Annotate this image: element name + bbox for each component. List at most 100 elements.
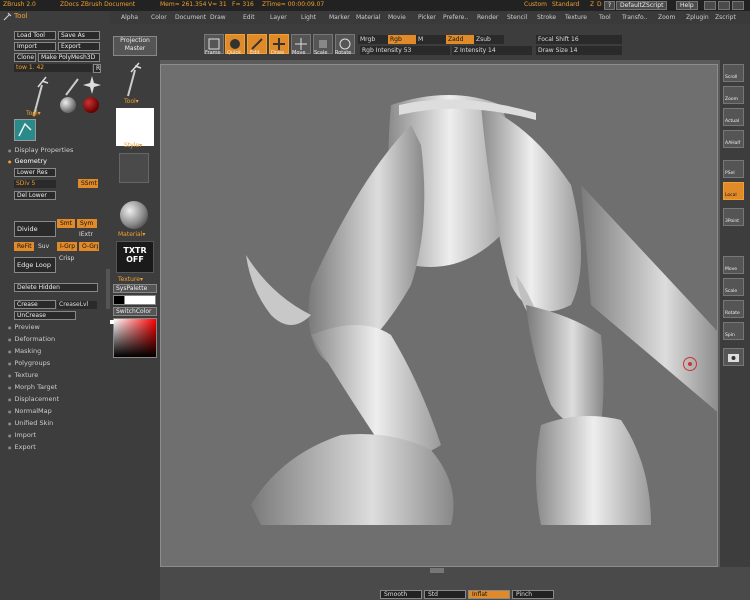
star-tool-icon[interactable]: [82, 75, 102, 95]
tool-slot-slider[interactable]: tow 1. 42: [14, 64, 92, 72]
menu-picker[interactable]: Picker: [418, 14, 436, 21]
sym-button[interactable]: Sym: [77, 219, 97, 228]
camera-button[interactable]: [723, 348, 744, 366]
style-label[interactable]: Style▾: [124, 142, 142, 149]
deformation-section[interactable]: Deformation: [8, 335, 56, 343]
polygroups-section[interactable]: Polygroups: [8, 359, 51, 367]
crease-button[interactable]: Crease: [14, 300, 56, 309]
projection-master-button[interactable]: Projection Master: [113, 36, 157, 56]
default-zscript-button[interactable]: DefaultZScript: [616, 1, 668, 10]
zadd-button[interactable]: Zadd: [446, 35, 474, 44]
menu-layer[interactable]: Layer: [270, 14, 287, 21]
make-polymesh-button[interactable]: Make PolyMesh3D: [38, 53, 100, 62]
aahalf-button[interactable]: AAHalf: [723, 130, 744, 148]
primary-color-swatch[interactable]: [124, 295, 156, 305]
rgb-intensity-slider[interactable]: Rgb Intensity 53: [360, 46, 450, 55]
import-button[interactable]: Import: [14, 42, 56, 51]
window-icon-2[interactable]: [718, 1, 730, 10]
export-button[interactable]: Export: [58, 42, 100, 51]
del-lower-button[interactable]: Del Lower: [14, 191, 56, 200]
help-question-button[interactable]: ?: [604, 1, 616, 10]
move-view-button[interactable]: Move: [723, 256, 744, 274]
menu-draw[interactable]: Draw: [210, 14, 226, 21]
igrp-button[interactable]: I-Grp: [57, 242, 77, 251]
material-label[interactable]: Material▾: [118, 231, 145, 238]
d-button[interactable]: D: [597, 1, 602, 8]
pinch-brush-button[interactable]: Pinch: [512, 590, 554, 599]
style-preview[interactable]: [116, 108, 154, 146]
red-sphere-tool-icon[interactable]: [83, 97, 99, 113]
export-section[interactable]: Export: [8, 443, 36, 451]
m-button[interactable]: M: [416, 35, 446, 44]
unified-skin-section[interactable]: Unified Skin: [8, 419, 54, 427]
iextr-label[interactable]: IExtr: [79, 231, 93, 238]
preview-section[interactable]: Preview: [8, 323, 40, 331]
std-brush-button[interactable]: Std: [424, 590, 466, 599]
menu-edit[interactable]: Edit: [243, 14, 255, 21]
stroke-preview[interactable]: [119, 153, 149, 183]
menu-render[interactable]: Render: [477, 14, 498, 21]
local-button[interactable]: Local: [723, 182, 744, 200]
menu-stencil[interactable]: Stencil: [507, 14, 527, 21]
color-picker[interactable]: [113, 318, 157, 358]
sdiv-slider[interactable]: SDiv 5: [14, 180, 56, 188]
refit-button[interactable]: ReFit: [14, 242, 34, 251]
menu-light[interactable]: Light: [301, 14, 316, 21]
import-section[interactable]: Import: [8, 431, 37, 439]
edge-loop-button[interactable]: Edge Loop: [14, 257, 56, 273]
menu-stroke[interactable]: Stroke: [537, 14, 556, 21]
polymesh-thumbnail[interactable]: [14, 119, 36, 141]
menu-tool[interactable]: Tool: [599, 14, 611, 21]
display-properties-section[interactable]: Display Properties: [8, 146, 74, 154]
shelf-toggle-handle[interactable]: [430, 568, 444, 573]
clone-button[interactable]: Clone: [14, 53, 36, 62]
window-icon-3[interactable]: [732, 1, 744, 10]
syspalette-button[interactable]: SysPalette: [113, 284, 157, 293]
suv-label[interactable]: Suv: [38, 243, 49, 250]
txtr-off-button[interactable]: TXTR OFF: [116, 241, 154, 273]
menu-movie[interactable]: Movie: [388, 14, 406, 21]
scale-view-button[interactable]: Scale: [723, 278, 744, 296]
focal-shift-slider[interactable]: Focal Shift 16: [536, 35, 622, 44]
r-button[interactable]: R: [93, 64, 101, 73]
standard-button[interactable]: Standard: [552, 1, 579, 8]
3point-button[interactable]: 3Point: [723, 208, 744, 226]
menu-zplugin[interactable]: Zplugin: [686, 14, 709, 21]
texture-label[interactable]: Texture▾: [118, 276, 143, 283]
z-intensity-slider[interactable]: Z Intensity 14: [452, 46, 532, 55]
zoom-button[interactable]: Zoom: [723, 86, 744, 104]
menu-preferences[interactable]: Prefere..: [443, 14, 468, 21]
actual-button[interactable]: Actual: [723, 108, 744, 126]
z-button[interactable]: Z: [590, 1, 594, 8]
menu-zscript[interactable]: Zscript: [715, 14, 736, 21]
menu-transform[interactable]: Transfo..: [622, 14, 647, 21]
menu-color[interactable]: Color: [151, 14, 167, 21]
menu-zoom[interactable]: Zoom: [658, 14, 675, 21]
spin-button[interactable]: Spin: [723, 322, 744, 340]
crease-level-slider[interactable]: CreaseLvl: [57, 301, 97, 309]
uncrease-button[interactable]: UnCrease: [14, 311, 76, 320]
draw-size-slider[interactable]: Draw Size 14: [536, 46, 622, 55]
mrgb-button[interactable]: Mrgb: [358, 35, 388, 44]
sphere-tool-icon[interactable]: [60, 97, 76, 113]
material-sphere-icon[interactable]: [120, 201, 148, 229]
rotate-view-button[interactable]: Rotate: [723, 300, 744, 318]
rgb-button[interactable]: Rgb: [388, 35, 416, 44]
menu-alpha[interactable]: Alpha: [121, 14, 138, 21]
smt-button[interactable]: Smt: [57, 219, 75, 228]
save-as-button[interactable]: Save As: [58, 31, 100, 40]
menu-texture[interactable]: Texture: [565, 14, 587, 21]
smooth-brush-button[interactable]: Smooth: [380, 590, 422, 599]
menu-material[interactable]: Material: [356, 14, 380, 21]
lower-res-button[interactable]: Lower Res: [14, 168, 56, 177]
switch-color-button[interactable]: SwitchColor: [113, 307, 157, 316]
delete-hidden-button[interactable]: Delete Hidden: [14, 283, 98, 292]
inflat-brush-button[interactable]: Inflat: [468, 590, 510, 599]
normalmap-section[interactable]: NormalMap: [8, 407, 52, 415]
tool-brush-icon[interactable]: [122, 62, 144, 98]
window-icon-1[interactable]: [704, 1, 716, 10]
geometry-section[interactable]: Geometry: [8, 157, 47, 165]
masking-section[interactable]: Masking: [8, 347, 42, 355]
psel-button[interactable]: PSel: [723, 160, 744, 178]
morph-target-section[interactable]: Morph Target: [8, 383, 58, 391]
